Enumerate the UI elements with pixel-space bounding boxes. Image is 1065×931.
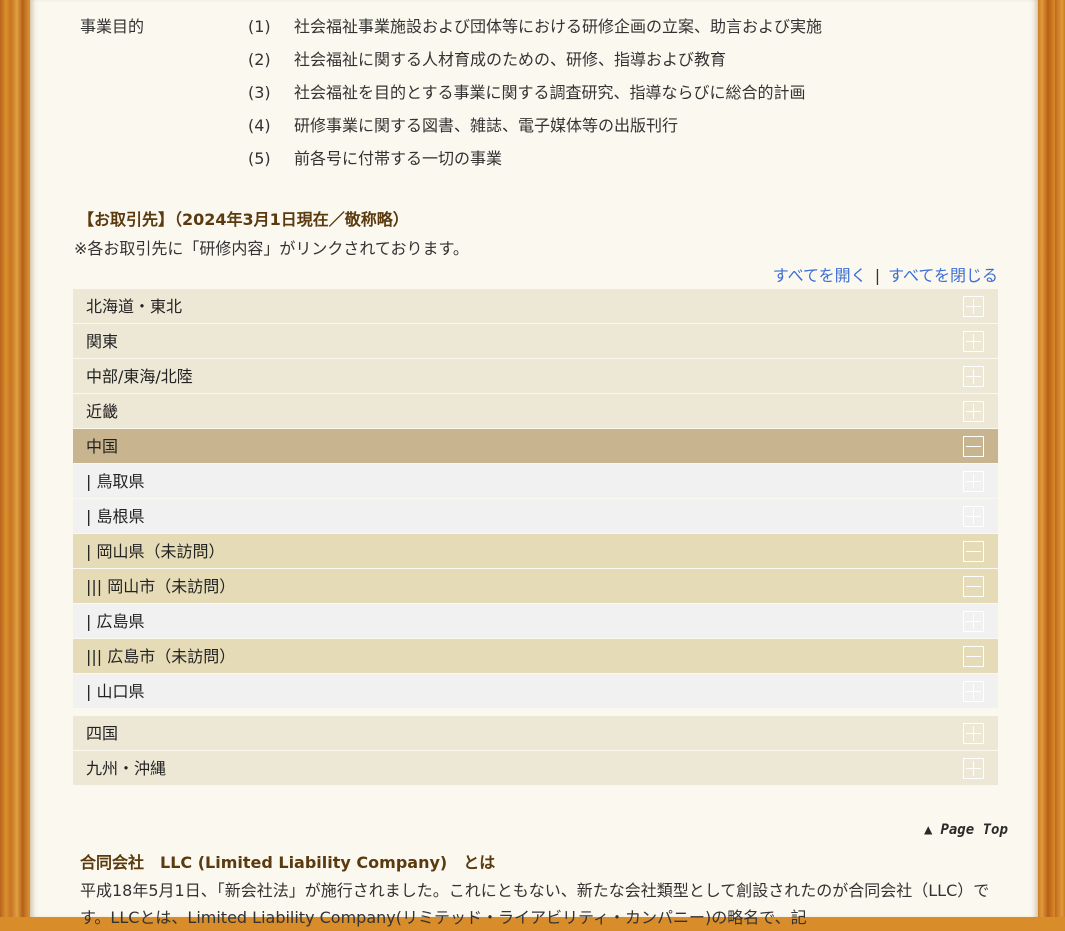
accordion-row-label: ||| 岡山市（未訪問） [86, 577, 236, 596]
llc-description: 平成18年5月1日、「新会社法」が施行されました。これにともない、新たな会社類型… [80, 881, 990, 927]
expand-icon[interactable] [963, 723, 984, 744]
accordion-row-label: 中部/東海/北陸 [86, 367, 193, 386]
accordion-row[interactable]: 中部/東海/北陸 [73, 359, 998, 394]
list-item: (5) 前各号に付帯する一切の事業 [248, 149, 503, 168]
accordion-row[interactable]: ||| 岡山市（未訪問） [73, 569, 998, 604]
list-item: (4) 研修事業に関する図書、雑誌、電子媒体等の出版刊行 [248, 116, 679, 135]
accordion-row[interactable]: | 山口県 [73, 674, 998, 709]
collapse-icon[interactable] [963, 541, 984, 562]
partners-heading: 【お取引先】（2024年3月1日現在／敬称略） [78, 210, 409, 229]
expand-icon[interactable] [963, 331, 984, 352]
accordion-row[interactable]: | 島根県 [73, 499, 998, 534]
accordion-row-label: | 岡山県（未訪問） [86, 542, 225, 561]
partners-note: ※各お取引先に「研修内容」がリンクされております。 [74, 239, 469, 258]
accordion-row[interactable]: 九州・沖縄 [73, 751, 998, 786]
accordion-row-label: 近畿 [86, 402, 119, 421]
list-item: (1) 社会福祉事業施設および団体等における研修企画の立案、助言および実施 [248, 17, 823, 36]
page-top-link[interactable]: ▲ Page Top [924, 822, 1008, 838]
expand-icon[interactable] [963, 611, 984, 632]
collapse-icon[interactable] [963, 646, 984, 667]
accordion-row-label: 九州・沖縄 [86, 759, 167, 778]
accordion-row[interactable]: 近畿 [73, 394, 998, 429]
wood-border-right [1035, 0, 1065, 917]
accordion-row-label: 中国 [86, 437, 119, 456]
accordion-row[interactable]: 中国 [73, 429, 998, 464]
list-item: (2) 社会福祉に関する人材育成のための、研修、指導および教育 [248, 50, 727, 69]
up-arrow-icon: ▲ [924, 822, 933, 838]
expand-icon[interactable] [963, 296, 984, 317]
open-all-link[interactable]: すべてを開く [773, 266, 867, 285]
llc-heading: 合同会社 LLC (Limited Liability Company) とは [80, 853, 496, 872]
expand-icon[interactable] [963, 401, 984, 422]
expand-icon[interactable] [963, 366, 984, 387]
accordion-row-label: 関東 [86, 332, 119, 351]
expand-icon[interactable] [963, 758, 984, 779]
accordion-row[interactable]: | 広島県 [73, 604, 998, 639]
collapse-icon[interactable] [963, 576, 984, 597]
accordion-toggle-links: すべてを開く | すべてを閉じる [773, 262, 998, 286]
accordion-row-label: | 広島県 [86, 612, 145, 631]
accordion-row-label: ||| 広島市（未訪問） [86, 647, 236, 666]
accordion-row[interactable]: 北海道・東北 [73, 289, 998, 324]
link-separator: | [874, 266, 881, 285]
accordion-row-label: | 鳥取県 [86, 472, 145, 491]
list-item: (3) 社会福祉を目的とする事業に関する調査研究、指導ならびに総合的計画 [248, 83, 806, 102]
accordion-row-label: | 山口県 [86, 682, 145, 701]
accordion-row-label: 四国 [86, 724, 119, 743]
business-purpose-label: 事業目的 [80, 17, 145, 36]
business-purpose-list: (1) 社会福祉事業施設および団体等における研修企画の立案、助言および実施 (2)… [248, 10, 822, 175]
accordion-row[interactable]: | 鳥取県 [73, 464, 998, 499]
close-all-link[interactable]: すべてを閉じる [888, 266, 998, 285]
accordion-row[interactable]: ||| 広島市（未訪問） [73, 639, 998, 674]
collapse-icon[interactable] [963, 436, 984, 457]
expand-icon[interactable] [963, 506, 984, 527]
accordion-row[interactable]: | 岡山県（未訪問） [73, 534, 998, 569]
accordion-row-label: 北海道・東北 [86, 297, 183, 316]
expand-icon[interactable] [963, 681, 984, 702]
expand-icon[interactable] [963, 471, 984, 492]
accordion-row[interactable]: 四国 [73, 716, 998, 751]
region-accordion: 北海道・東北 関東中部/東海/北陸 近畿中国 | 鳥取県 | 島根県 | 岡山県（未訪問）… [73, 289, 998, 786]
accordion-row-label: | 島根県 [86, 507, 145, 526]
accordion-row[interactable]: 関東 [73, 324, 998, 359]
